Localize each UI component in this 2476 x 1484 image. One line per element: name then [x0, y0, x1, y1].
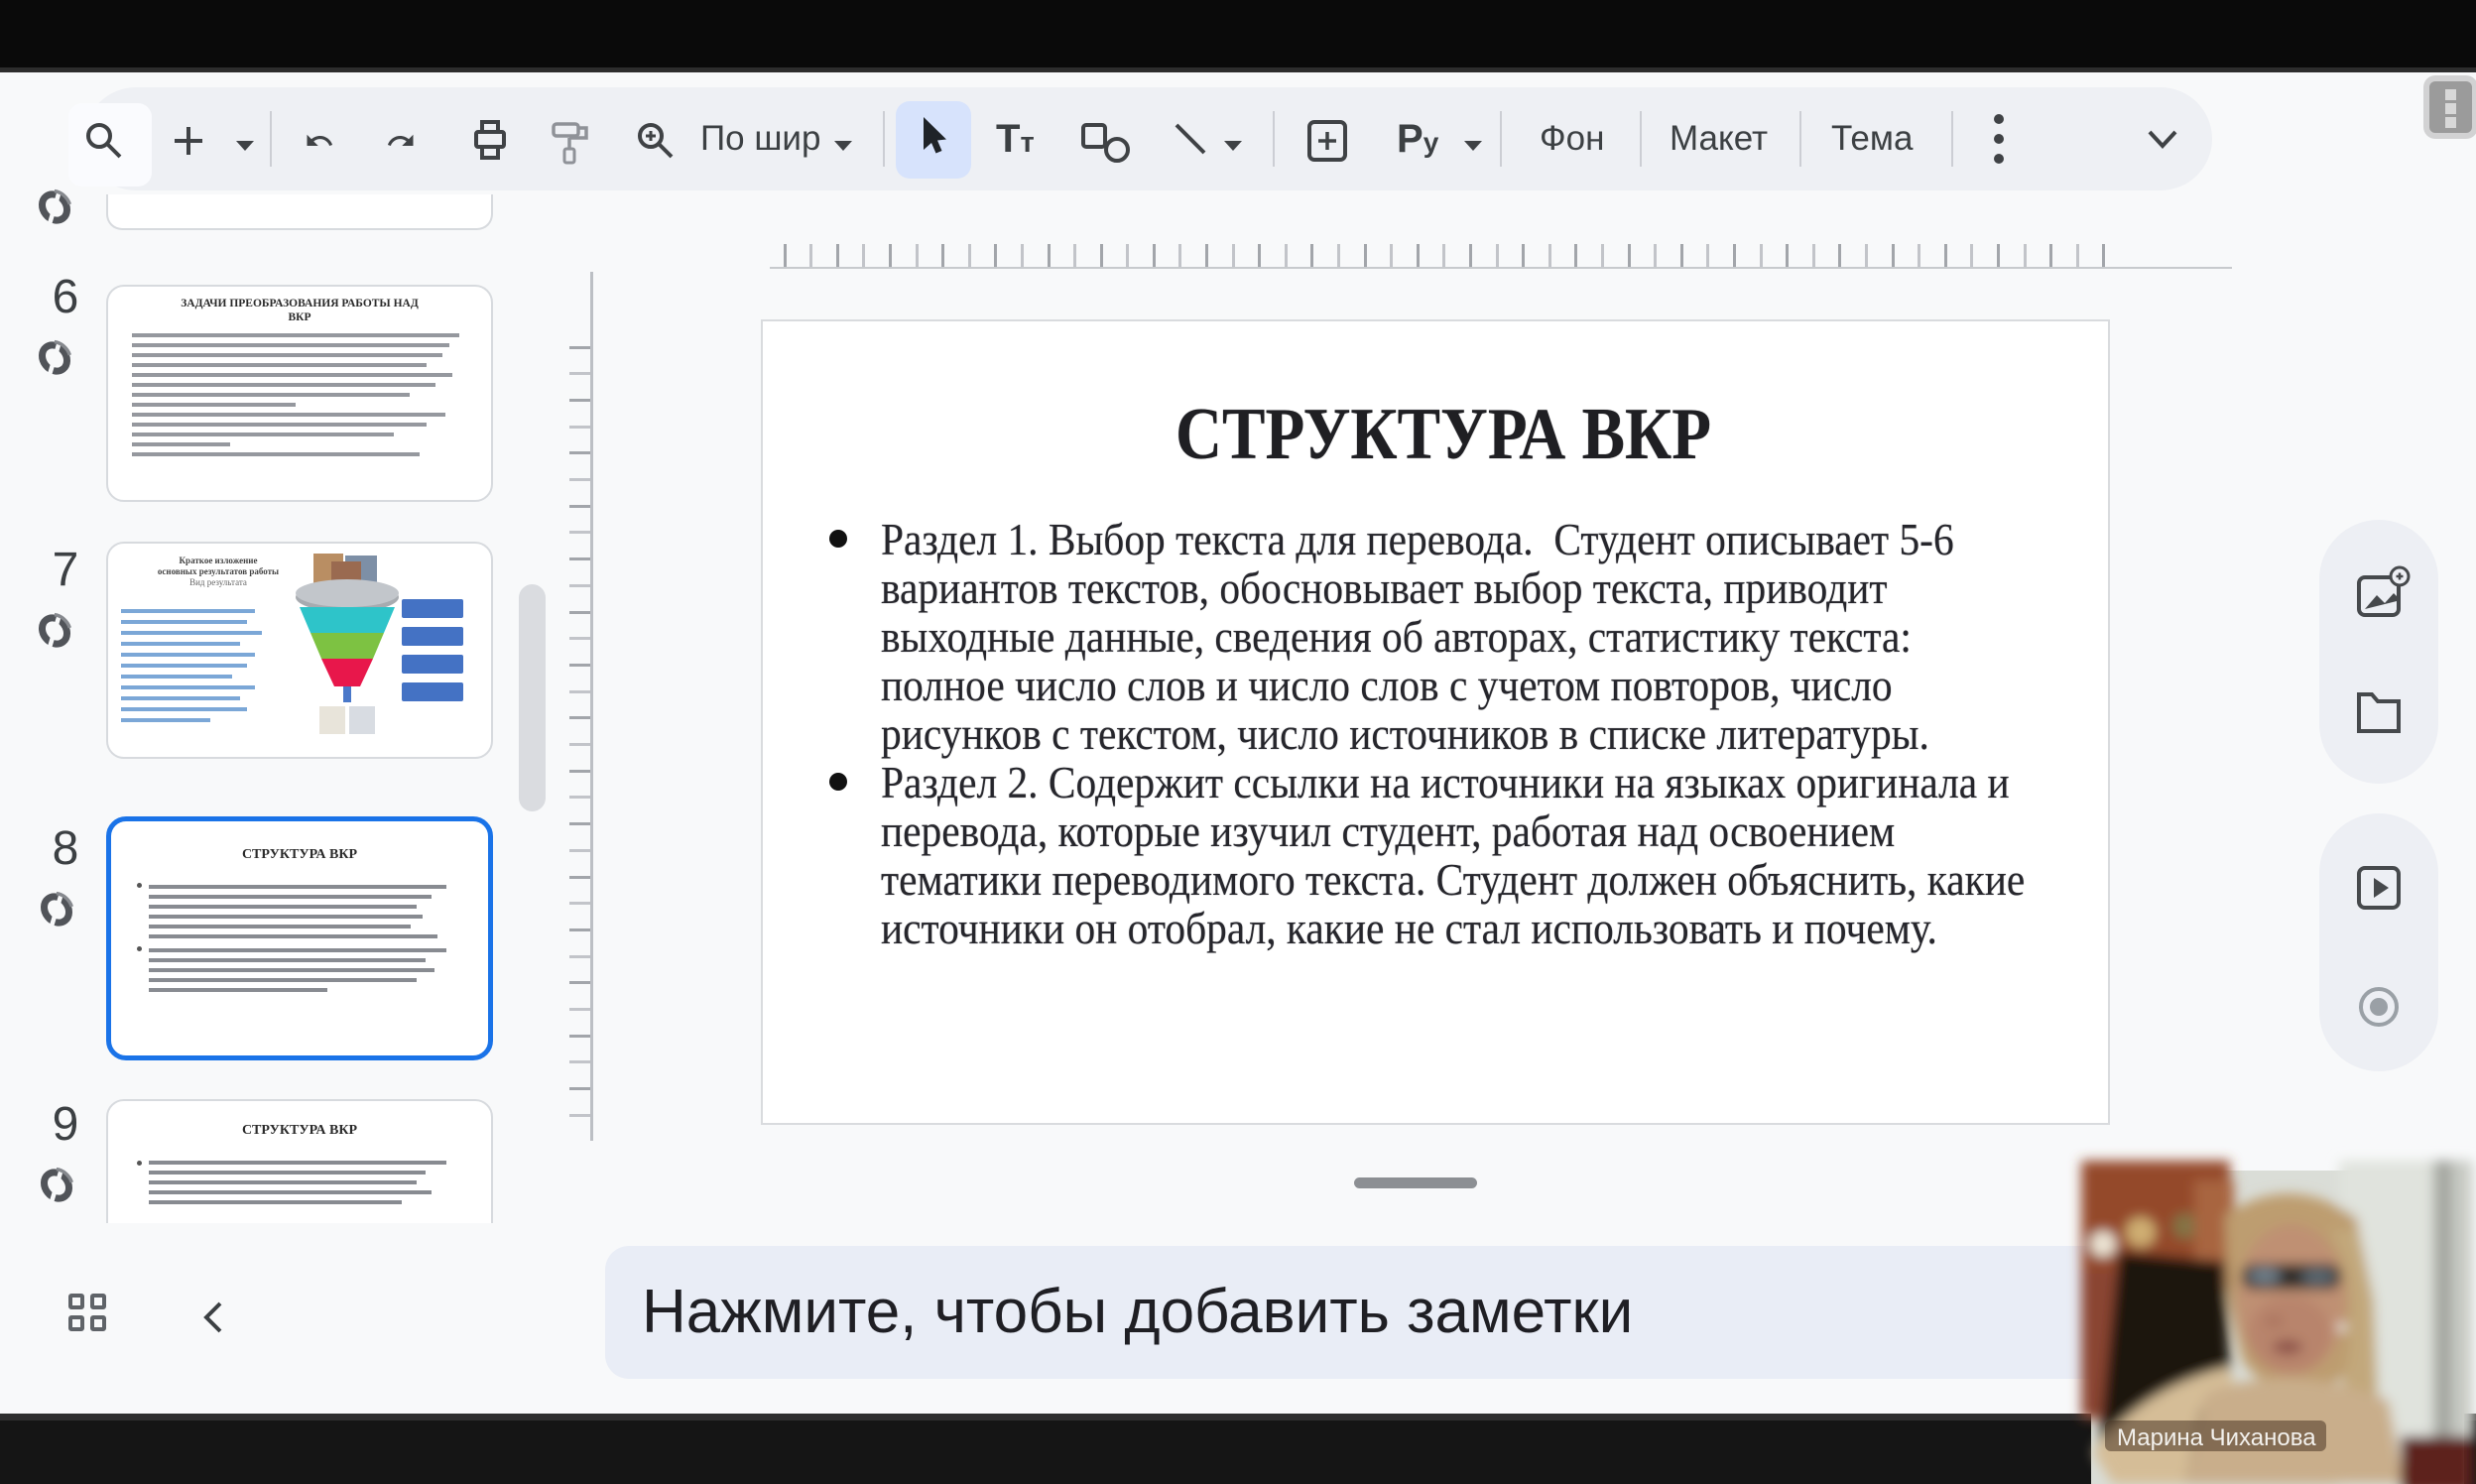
svg-text:Марина Чиханова: Марина Чиханова [2117, 1424, 2316, 1451]
